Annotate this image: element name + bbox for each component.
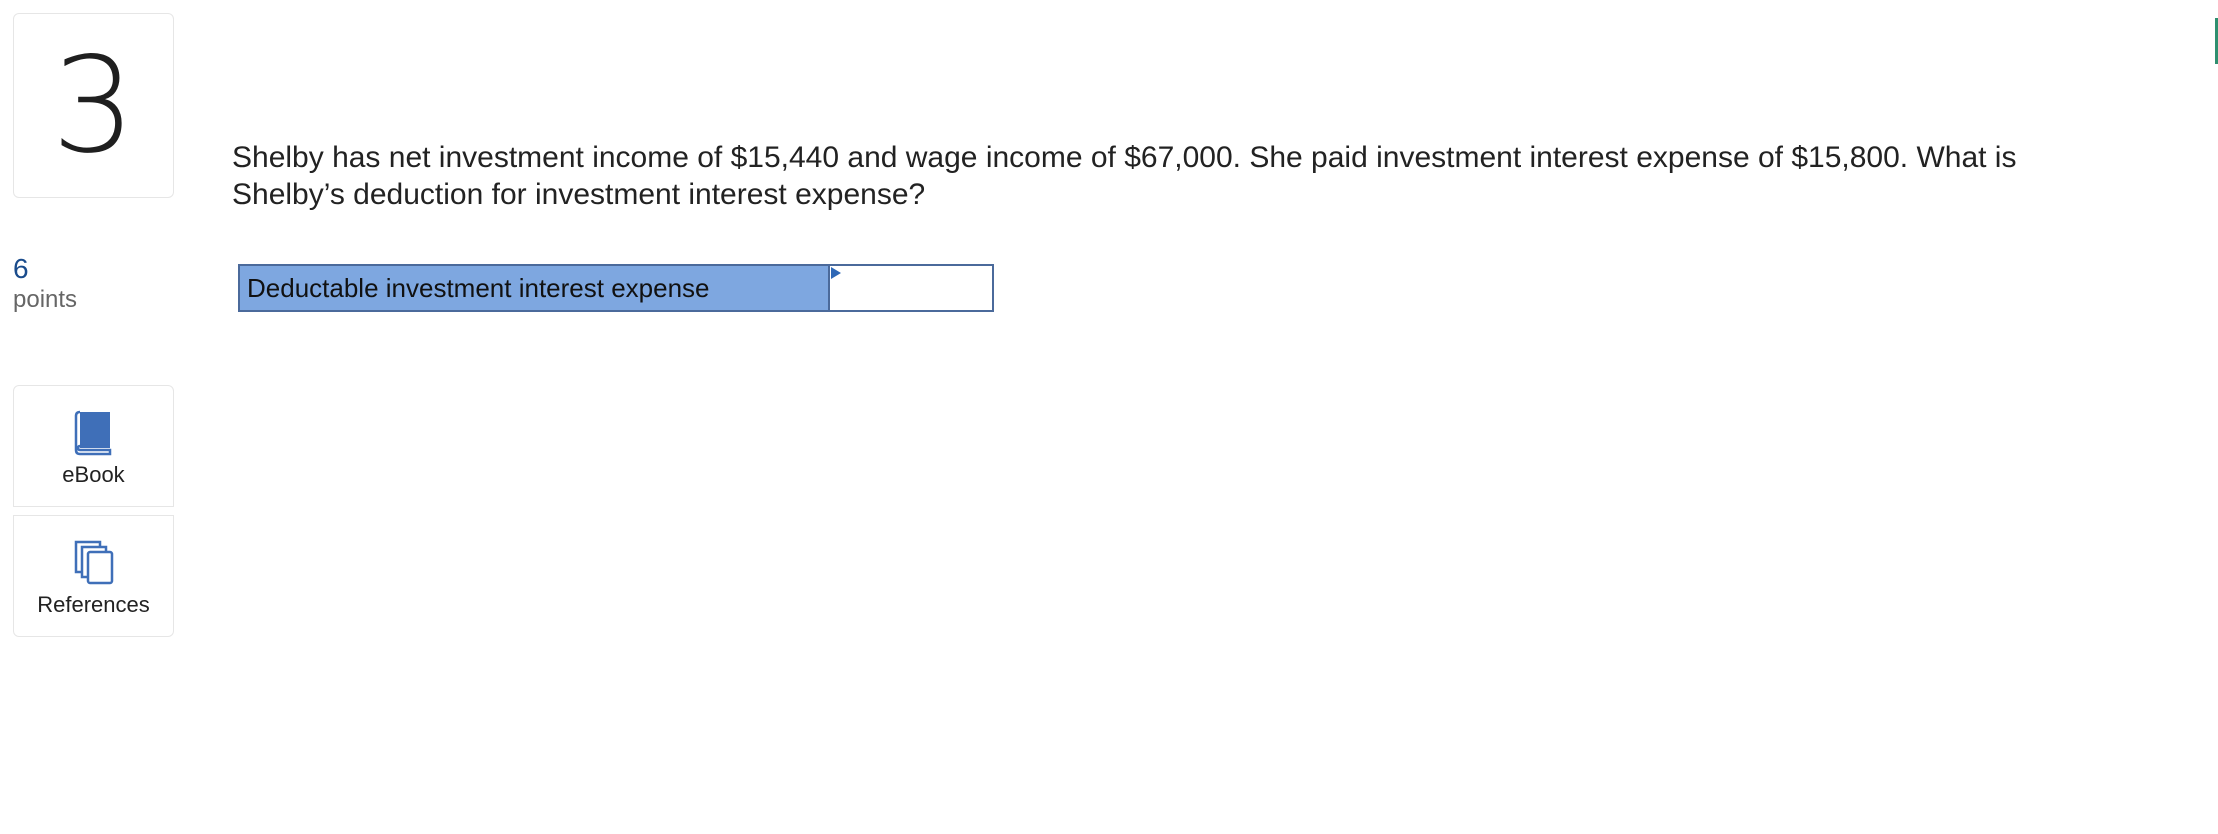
answer-input[interactable] <box>830 266 992 310</box>
question-number: 3 <box>51 28 136 183</box>
ebook-button[interactable]: eBook <box>13 385 174 507</box>
book-icon <box>74 410 111 456</box>
question-number-box: 3 <box>13 13 174 198</box>
answer-cell[interactable] <box>830 266 992 310</box>
answer-table: Deductable investment interest expense <box>238 264 994 312</box>
answer-row-label: Deductable investment interest expense <box>240 266 830 310</box>
points-value: 6 <box>13 253 29 284</box>
cell-marker-icon <box>831 267 841 279</box>
ebook-label: eBook <box>62 462 125 487</box>
references-button[interactable]: References <box>13 515 174 637</box>
points-label: points <box>13 285 78 313</box>
documents-icon <box>74 540 113 585</box>
points-block: 6 points <box>13 252 77 314</box>
question-text: Shelby has net investment income of $15,… <box>232 141 2017 211</box>
question-page: 3 6 points eBook References Shelby has n… <box>0 0 2218 834</box>
references-label: References <box>37 592 150 617</box>
